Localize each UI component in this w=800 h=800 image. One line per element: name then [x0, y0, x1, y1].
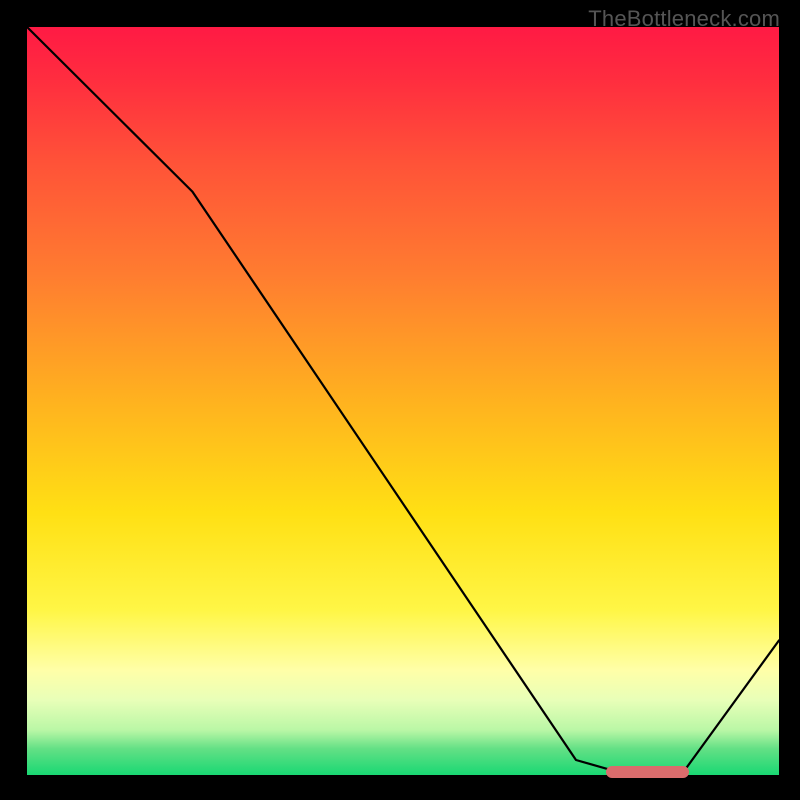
watermark-text: TheBottleneck.com [588, 6, 780, 32]
chart-container: TheBottleneck.com [0, 0, 800, 800]
chart-svg [27, 27, 779, 775]
plot-area [27, 27, 779, 775]
optimal-range-marker [606, 766, 689, 778]
